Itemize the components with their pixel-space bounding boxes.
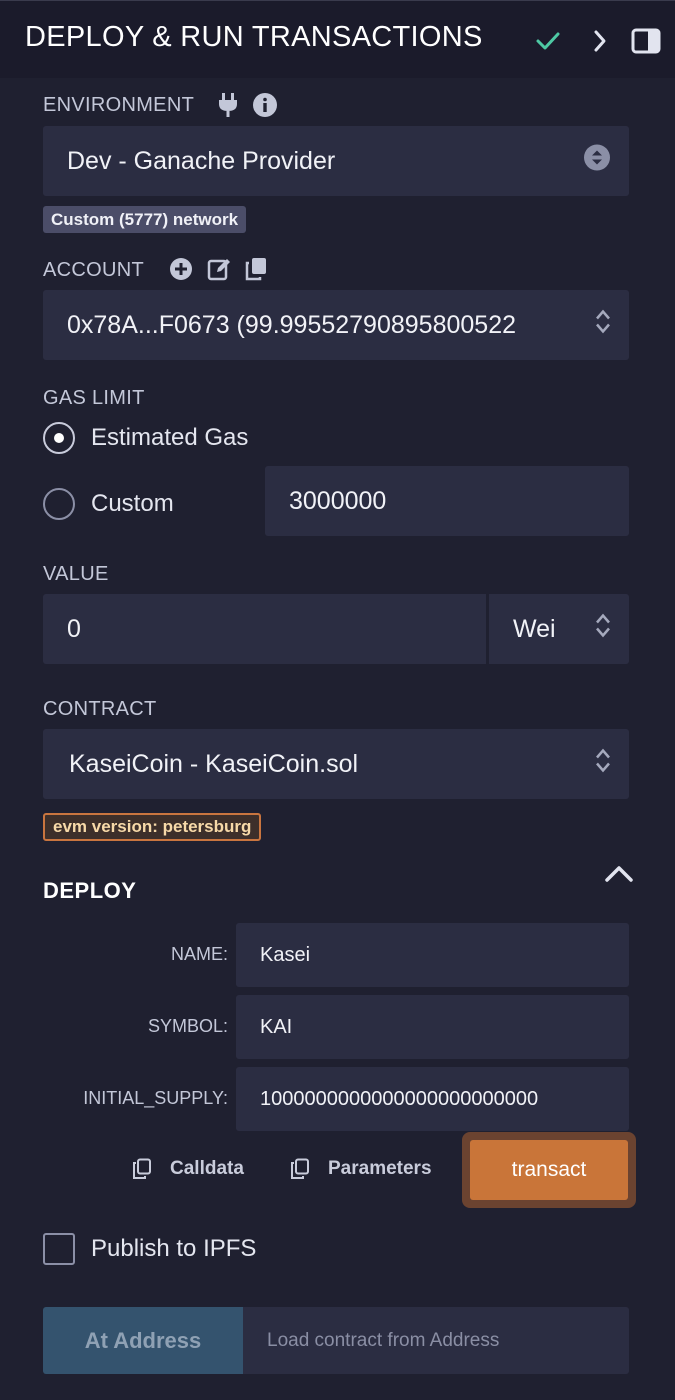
account-label-icons bbox=[169, 257, 267, 281]
value-label: VALUE bbox=[43, 563, 109, 585]
at-address-button[interactable]: At Address bbox=[43, 1307, 243, 1374]
network-badge: Custom (5777) network bbox=[43, 206, 247, 233]
calldata-button[interactable]: Calldata bbox=[132, 1158, 244, 1180]
deploy-run-panel: DEPLOY & RUN TRANSACTIONS ENVIRONMENT De… bbox=[0, 0, 675, 1400]
select-arrows-icon bbox=[583, 144, 611, 179]
param-input-symbol[interactable]: KAI bbox=[236, 995, 629, 1059]
contract-select[interactable]: KaseiCoin - KaseiCoin.sol bbox=[43, 729, 629, 799]
gas-limit-label: GAS LIMIT bbox=[43, 387, 145, 409]
parameters-label: Parameters bbox=[328, 1158, 432, 1179]
param-value-symbol: KAI bbox=[260, 1015, 293, 1038]
deploy-title: DEPLOY bbox=[43, 878, 137, 903]
add-account-icon[interactable] bbox=[169, 257, 193, 281]
param-label-symbol: SYMBOL: bbox=[147, 1016, 228, 1036]
chevron-up-icon[interactable] bbox=[602, 860, 636, 888]
account-select-value: 0x78A...F0673 (99.99552790895800522 bbox=[67, 310, 516, 339]
environment-label-icons bbox=[218, 92, 278, 118]
load-contract-address-input[interactable]: Load contract from Address bbox=[243, 1307, 629, 1374]
select-arrows-icon bbox=[595, 309, 611, 342]
plug-icon bbox=[218, 92, 238, 118]
calldata-label: Calldata bbox=[170, 1158, 244, 1179]
param-label-name: NAME: bbox=[170, 944, 228, 964]
param-label-initial-supply: INITIAL_SUPPLY: bbox=[83, 1088, 228, 1108]
select-arrows-icon bbox=[595, 613, 611, 646]
param-input-name[interactable]: Kasei bbox=[236, 923, 629, 987]
account-label: ACCOUNT bbox=[43, 259, 144, 281]
panel-header: DEPLOY & RUN TRANSACTIONS bbox=[0, 0, 675, 78]
chevron-right-icon[interactable] bbox=[584, 25, 616, 57]
value-amount: 0 bbox=[67, 614, 81, 643]
publish-ipfs-checkbox[interactable] bbox=[43, 1233, 75, 1265]
parameters-button[interactable]: Parameters bbox=[290, 1158, 432, 1180]
value-unit: Wei bbox=[513, 614, 556, 643]
edit-icon[interactable] bbox=[207, 257, 231, 281]
estimated-gas-radio[interactable] bbox=[43, 422, 75, 454]
sidebar-toggle-icon[interactable] bbox=[630, 25, 662, 57]
value-input[interactable]: 0 bbox=[43, 594, 486, 664]
info-icon[interactable] bbox=[252, 92, 278, 118]
publish-ipfs-label: Publish to IPFS bbox=[91, 1235, 257, 1262]
custom-gas-radio[interactable] bbox=[43, 488, 75, 520]
custom-gas-input[interactable]: 3000000 bbox=[265, 466, 629, 536]
environment-select[interactable]: Dev - Ganache Provider bbox=[43, 126, 629, 196]
panel-title: DEPLOY & RUN TRANSACTIONS bbox=[25, 21, 483, 53]
contract-label: CONTRACT bbox=[43, 698, 157, 720]
contract-select-value: KaseiCoin - KaseiCoin.sol bbox=[69, 749, 359, 778]
evm-version-badge: evm version: petersburg bbox=[43, 813, 262, 841]
custom-gas-value: 3000000 bbox=[289, 486, 387, 515]
param-input-initial-supply[interactable]: 1000000000000000000000000 bbox=[236, 1067, 629, 1131]
copy-icon bbox=[132, 1158, 152, 1180]
transact-button[interactable]: transact bbox=[470, 1140, 628, 1200]
environment-label: ENVIRONMENT bbox=[43, 94, 195, 116]
estimated-gas-label: Estimated Gas bbox=[91, 424, 249, 451]
value-unit-select[interactable]: Wei bbox=[489, 594, 629, 664]
param-value-initial-supply: 1000000000000000000000000 bbox=[260, 1087, 539, 1110]
select-arrows-icon bbox=[595, 748, 611, 781]
environment-select-value: Dev - Ganache Provider bbox=[67, 146, 336, 175]
custom-gas-label: Custom bbox=[91, 490, 174, 517]
param-value-name: Kasei bbox=[260, 943, 311, 966]
account-select[interactable]: 0x78A...F0673 (99.99552790895800522 bbox=[43, 290, 629, 360]
check-icon bbox=[532, 25, 564, 57]
copy-icon bbox=[290, 1158, 310, 1180]
copy-icon[interactable] bbox=[245, 257, 267, 281]
